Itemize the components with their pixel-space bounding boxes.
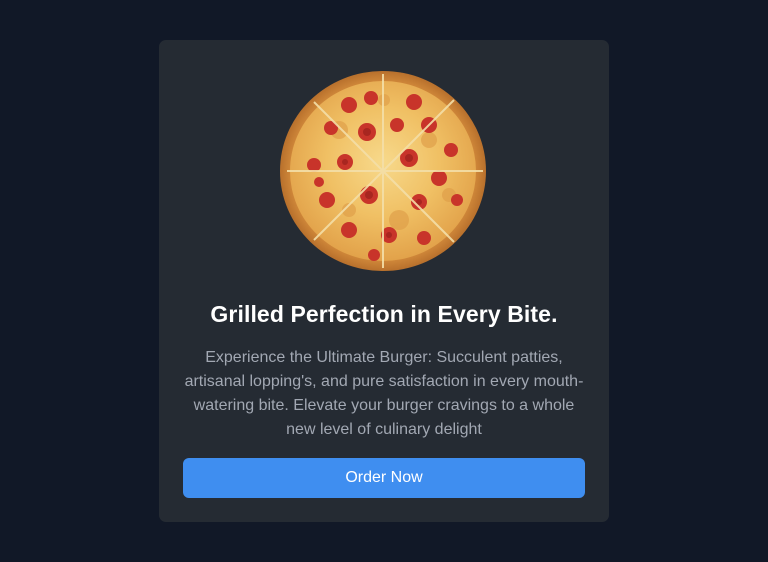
order-now-button[interactable]: Order Now [183, 458, 585, 498]
product-card: Grilled Perfection in Every Bite. Experi… [159, 40, 609, 522]
card-title: Grilled Perfection in Every Bite. [210, 301, 558, 327]
pizza-image [279, 70, 489, 275]
card-description: Experience the Ultimate Burger: Succulen… [184, 349, 584, 438]
